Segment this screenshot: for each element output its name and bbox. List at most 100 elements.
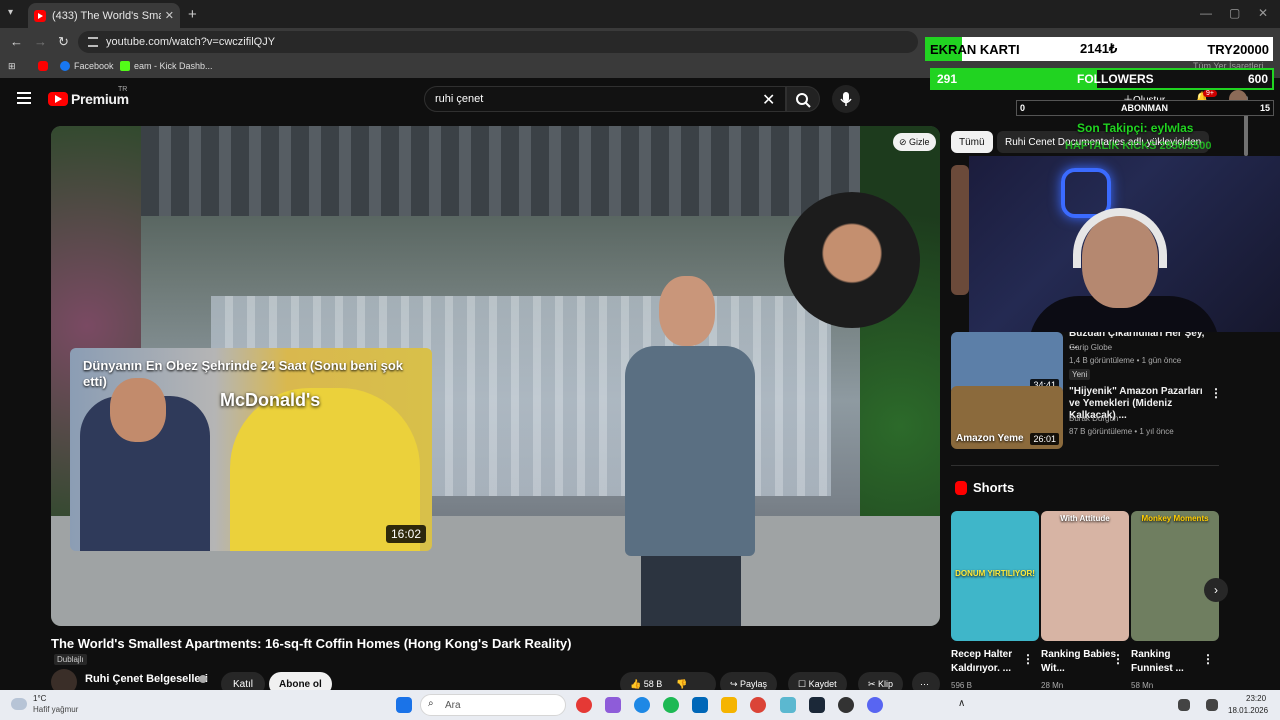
card-title: Dünyanın En Obez Şehrinde 24 Saat (Sonu … bbox=[83, 358, 404, 389]
clock-time[interactable]: 23:20 bbox=[1246, 694, 1266, 703]
scissors-icon: ✂ bbox=[868, 678, 879, 689]
clock-date[interactable]: 18.01.2026 bbox=[1228, 706, 1268, 715]
spotify-icon[interactable] bbox=[663, 697, 679, 713]
short-thumbnail[interactable]: With Attitude bbox=[1041, 511, 1129, 641]
hide-button[interactable]: ⊘ Gizle bbox=[893, 133, 936, 151]
new-tab-icon[interactable]: + bbox=[188, 6, 197, 23]
browser-tab[interactable]: (433) The World's Smallest Apar ✕ bbox=[28, 3, 180, 28]
host-avatar-overlay bbox=[784, 192, 920, 328]
taskbar-search[interactable]: Ara bbox=[420, 694, 566, 716]
short-title[interactable]: Recep Halter Kaldırıyor. ... bbox=[951, 648, 1031, 676]
clip-label: Klip bbox=[878, 679, 894, 689]
clear-search-icon[interactable]: ✕ bbox=[762, 90, 775, 110]
windows-taskbar: 1°C Hafif yağmur Ara ⌕ ∧ 23:20 18.01.202… bbox=[0, 690, 1280, 720]
weather-temp[interactable]: 1°C bbox=[33, 694, 46, 703]
bookmark-youtube[interactable] bbox=[38, 61, 52, 71]
steam-icon[interactable] bbox=[809, 697, 825, 713]
related-thumbnail[interactable]: Amazon Yeme 26:01 bbox=[951, 386, 1063, 449]
app-icon[interactable] bbox=[780, 697, 796, 713]
microphone-icon bbox=[840, 92, 852, 106]
endscreen-video-card[interactable]: McDonald's Dünyanın En Obez Şehrinde 24 … bbox=[70, 348, 432, 551]
like-count: 58 B bbox=[643, 679, 663, 689]
short-caption: DONUM YIRTILIYOR! bbox=[955, 569, 1035, 578]
file-explorer-icon[interactable] bbox=[721, 697, 737, 713]
channel-name[interactable]: Ruhi Çenet Belgeselleri bbox=[85, 673, 208, 685]
search-button[interactable] bbox=[786, 86, 820, 112]
last-follower: Son Takipçi: eylwlas bbox=[1077, 121, 1194, 135]
dubbed-badge: Dublajlı bbox=[54, 654, 87, 665]
save-label: Kaydet bbox=[808, 679, 837, 689]
share-label: Paylaş bbox=[740, 679, 768, 689]
discord-icon[interactable] bbox=[867, 697, 883, 713]
chip-all[interactable]: Tümü bbox=[951, 131, 993, 153]
video-title: The World's Smallest Apartments: 16-sq-f… bbox=[51, 636, 572, 651]
thumbnail-caption: Amazon Yeme bbox=[956, 433, 1024, 444]
close-tab-icon[interactable]: ✕ bbox=[165, 9, 174, 22]
network-icon[interactable] bbox=[1178, 699, 1190, 711]
maximize-icon[interactable]: ▢ bbox=[1229, 6, 1240, 20]
tab-search-icon[interactable]: ▾ bbox=[8, 7, 13, 18]
site-info-icon[interactable] bbox=[88, 37, 98, 47]
start-icon[interactable] bbox=[396, 697, 412, 713]
related-channel[interactable]: Garip Globe bbox=[1069, 343, 1112, 352]
short-caption: With Attitude bbox=[1060, 514, 1110, 523]
youtube-logo[interactable]: Premium TR bbox=[48, 86, 129, 107]
like-icon[interactable]: 👍 bbox=[630, 679, 644, 690]
subs-label: ABONMAN bbox=[1121, 103, 1168, 113]
volume-icon[interactable] bbox=[1206, 699, 1218, 711]
app-icon[interactable] bbox=[576, 697, 592, 713]
followers-current: 291 bbox=[937, 72, 958, 86]
streamer-webcam bbox=[969, 156, 1280, 332]
minimize-icon[interactable]: — bbox=[1200, 6, 1212, 20]
weather-icon[interactable] bbox=[11, 698, 27, 710]
weather-desc[interactable]: Hafif yağmur bbox=[33, 705, 78, 714]
shorts-next-button[interactable]: › bbox=[1204, 578, 1228, 602]
more-options-icon[interactable]: ⋮ bbox=[1022, 652, 1034, 666]
close-window-icon[interactable]: ✕ bbox=[1258, 6, 1268, 20]
short-title[interactable]: Ranking Funniest ... bbox=[1131, 648, 1211, 676]
related-meta: 1,4 B görüntüleme • 1 gün önce bbox=[1069, 356, 1182, 365]
related-channel[interactable]: Burak Durgun bbox=[1069, 414, 1118, 423]
gpu-goal-bar: EKRAN KARTI 2141₺ TRY20000 bbox=[925, 37, 1273, 61]
youtube-favicon-icon bbox=[34, 9, 46, 22]
presenter-legs bbox=[641, 556, 741, 626]
tray-chevron-icon[interactable]: ∧ bbox=[958, 698, 965, 709]
edge-icon[interactable] bbox=[634, 697, 650, 713]
copilot-icon[interactable] bbox=[605, 697, 621, 713]
followers-label: FOLLOWERS bbox=[1077, 72, 1154, 86]
back-icon[interactable]: ← bbox=[10, 34, 23, 49]
store-icon[interactable] bbox=[692, 697, 708, 713]
related-duration: 26:01 bbox=[1030, 433, 1059, 445]
short-title[interactable]: Ranking Babies Wit... bbox=[1041, 648, 1121, 676]
bookmark-label: eam - Kick Dashb... bbox=[134, 61, 213, 71]
obs-icon[interactable] bbox=[838, 697, 854, 713]
taskbar-search-text: Ara bbox=[445, 699, 461, 711]
chrome-icon[interactable] bbox=[750, 697, 766, 713]
more-options-icon[interactable]: ⋮ bbox=[1210, 386, 1222, 400]
reload-icon[interactable]: ↻ bbox=[58, 34, 69, 50]
more-options-icon[interactable]: ⋮ bbox=[1112, 652, 1124, 666]
bookmark-facebook[interactable]: Facebook bbox=[60, 61, 114, 71]
bookmark-kick[interactable]: eam - Kick Dashb... bbox=[120, 61, 213, 71]
forward-icon[interactable]: → bbox=[34, 34, 47, 49]
eye-off-icon: ⊘ bbox=[899, 136, 910, 147]
new-badge: Yeni bbox=[1069, 369, 1091, 380]
short-views: 58 Mn bbox=[1131, 681, 1154, 690]
card-brand-text: McDonald's bbox=[220, 390, 321, 410]
dislike-icon[interactable]: 👎 bbox=[676, 679, 687, 690]
short-caption: Monkey Moments bbox=[1141, 514, 1209, 523]
short-thumbnail[interactable]: DONUM YIRTILIYOR! bbox=[951, 511, 1039, 641]
url-text: youtube.com/watch?v=cwczifilQJY bbox=[106, 36, 276, 48]
apps-grid-icon[interactable]: ⊞ bbox=[8, 61, 16, 72]
voice-search-button[interactable] bbox=[832, 85, 860, 113]
tab-title: (433) The World's Smallest Apar bbox=[52, 9, 161, 22]
card-duration: 16:02 bbox=[385, 525, 426, 543]
weekly-kicks: HAFTALIK KICKS 2850/5500 bbox=[1065, 140, 1212, 152]
menu-icon[interactable] bbox=[17, 92, 31, 104]
more-options-icon[interactable]: ⋮ bbox=[1202, 652, 1214, 666]
youtube-play-icon bbox=[48, 92, 68, 106]
address-bar[interactable]: youtube.com/watch?v=cwczifilQJY bbox=[78, 31, 918, 53]
short-thumbnail[interactable]: Monkey Moments bbox=[1131, 511, 1219, 641]
search-input[interactable]: ruhi çenet bbox=[424, 86, 786, 112]
related-thumbnail-partial[interactable] bbox=[951, 165, 969, 295]
